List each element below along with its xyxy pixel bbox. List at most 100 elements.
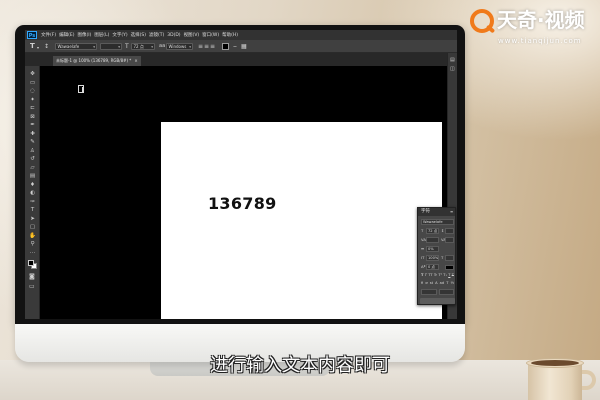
text-insertion-marker [78,85,84,93]
align-right-icon[interactable]: ≡ [210,43,215,50]
menu-bar: Ps 文件(F) 编辑(E) 图像(I) 图层(L) 文字(Y) 选择(S) 滤镜(T) 3D… [25,30,457,40]
chevron-down-icon: ▾ [118,45,120,49]
swash-icon[interactable]: A [435,280,437,286]
contextual-alternates-icon[interactable]: σ [425,280,427,286]
underline-icon[interactable]: T [448,272,450,278]
history-brush-icon[interactable]: ↺ [25,155,40,164]
menu-item[interactable]: 文字(Y) [112,32,127,38]
warp-text-icon[interactable]: ⌢ [233,43,237,50]
faux-bold-icon[interactable]: T [421,272,423,278]
titling-alternates-icon[interactable]: T [446,280,448,286]
font-family-field[interactable]: Wawaelafe ▾ [55,43,97,50]
font-size-icon: T [125,43,129,50]
foreground-color-swatch[interactable] [28,260,34,266]
kerning-field[interactable] [426,237,439,243]
document-tab[interactable]: 未标题-1 @ 100% (136789, RGB/8#) * × [53,56,141,66]
menu-item[interactable]: 图层(L) [94,32,109,38]
brush-icon[interactable]: ✎ [25,138,40,147]
path-selection-icon[interactable]: ➤ [25,215,40,224]
menu-item[interactable]: 滤镜(T) [149,32,164,38]
small-caps-icon[interactable]: Tr [434,272,437,278]
faux-italic-icon[interactable]: T [425,272,427,278]
text-color-swatch[interactable] [222,43,229,50]
character-antialias-field[interactable] [439,289,454,295]
vertical-scale-icon: IT [421,255,425,260]
menu-item[interactable]: 帮助(H) [222,32,238,38]
spot-healing-icon[interactable]: ✚ [25,130,40,139]
text-style-buttons: T T TT Tr T¹ T₁ T T [421,272,454,278]
leading-field[interactable] [445,228,454,234]
superscript-icon[interactable]: T¹ [438,272,442,278]
menu-item[interactable]: 窗口(W) [202,32,219,38]
stylistic-alternates-icon[interactable]: ad [440,280,444,286]
chevron-down-icon: ▾ [189,45,191,49]
strikethrough-icon[interactable]: T [452,272,454,278]
menu-item[interactable]: 文件(F) [41,32,56,38]
menu-item[interactable]: 图像(I) [77,32,91,38]
quick-select-icon[interactable]: ✦ [25,96,40,105]
hand-icon[interactable]: ✋ [25,232,40,241]
panel-properties-icon[interactable]: ◫ [450,66,455,73]
font-family-value: Wawaelafe [57,44,80,49]
standard-ligatures-icon[interactable]: fi [421,280,423,286]
menu: 文件(F) 编辑(E) 图像(I) 图层(L) 文字(Y) 选择(S) 滤镜(T) 3D(D)… [41,30,238,40]
quick-mask-icon[interactable]: ◙ [29,273,35,280]
close-icon[interactable]: × [134,56,137,66]
screen-mode-icon[interactable]: ▭ [29,283,35,290]
gradient-icon[interactable]: ▤ [25,172,40,181]
type-icon[interactable]: T [25,206,40,215]
lasso-icon[interactable]: ◌ [25,87,40,96]
horizontal-scale-field[interactable] [445,255,454,261]
menu-item[interactable]: 视图(V) [184,32,200,38]
panel-menu-icon[interactable]: ≡ [450,209,453,215]
eraser-icon[interactable]: ▱ [25,164,40,173]
text-orientation-icon[interactable]: ↕ [44,43,49,50]
vertical-scale-field[interactable]: 100% [426,255,439,261]
marquee-icon[interactable]: ▭ [25,79,40,88]
language-field[interactable] [421,289,437,295]
character-font-family-field[interactable]: Wawaelafe [421,219,454,225]
dodge-icon[interactable]: ◐ [25,189,40,198]
blur-icon[interactable]: ♦ [25,181,40,190]
antialias-field[interactable]: Windows ▾ [166,43,193,50]
character-panel-title: 字符 [421,209,430,214]
type-tool-preset-icon[interactable]: T [30,43,35,50]
baseline-shift-value: 0 点 [428,265,436,269]
brand-name: 天奇·视频 [497,8,585,32]
crop-icon[interactable]: ⊏ [25,104,40,113]
baseline-shift-field[interactable]: 0 点 [426,264,439,270]
frame-icon[interactable]: ⊠ [25,113,40,122]
zoom-icon[interactable]: ⚲ [25,240,40,249]
font-style-field[interactable]: ▾ [100,43,122,50]
more-tools-icon[interactable]: ⋯ [25,249,40,258]
menu-item[interactable]: 3D(D) [167,33,180,38]
tracking-field[interactable] [445,237,454,243]
discretionary-ligatures-icon[interactable]: st [430,280,433,286]
fractions-icon[interactable]: ½ [450,280,453,286]
scene: 136789 Ps 文件(F) 编辑(E) 图像(I) 图层(L) 文字(Y) 选择(S)… [0,0,600,400]
character-panel-bottom-bar[interactable] [420,298,455,304]
document-tab-title: 未标题-1 @ 100% (136789, RGB/8#) * [56,58,132,63]
chevron-down-icon[interactable]: ▾ [37,44,39,51]
align-center-icon[interactable]: ≡ [204,43,209,50]
menu-item[interactable]: 编辑(E) [59,32,74,38]
character-font-size-field[interactable]: 72 点 [426,228,439,234]
subscript-icon[interactable]: T₁ [443,272,447,278]
tsume-field[interactable]: 0% [426,246,439,252]
move-icon[interactable]: ✥ [25,70,40,79]
menu-item[interactable]: 选择(S) [131,32,146,38]
horizontal-scale-icon: T [441,255,444,260]
brand-url: www.tianqijun.com [498,37,582,45]
clone-stamp-icon[interactable]: ♙ [25,147,40,156]
character-panel-header[interactable]: 字符 ≡ [418,208,455,216]
pen-icon[interactable]: ✑ [25,198,40,207]
eyedropper-icon[interactable]: ✒ [25,121,40,130]
align-left-icon[interactable]: ≡ [198,43,203,50]
panel-history-icon[interactable]: ▤ [450,57,455,64]
rectangle-icon[interactable]: ▢ [25,223,40,232]
document-canvas[interactable]: 136789 [161,122,442,319]
font-size-field[interactable]: 72 点 ▾ [131,43,155,50]
all-caps-icon[interactable]: TT [428,272,432,278]
character-color-swatch[interactable] [445,264,454,270]
panels-toggle-icon[interactable]: ▦ [241,43,247,50]
